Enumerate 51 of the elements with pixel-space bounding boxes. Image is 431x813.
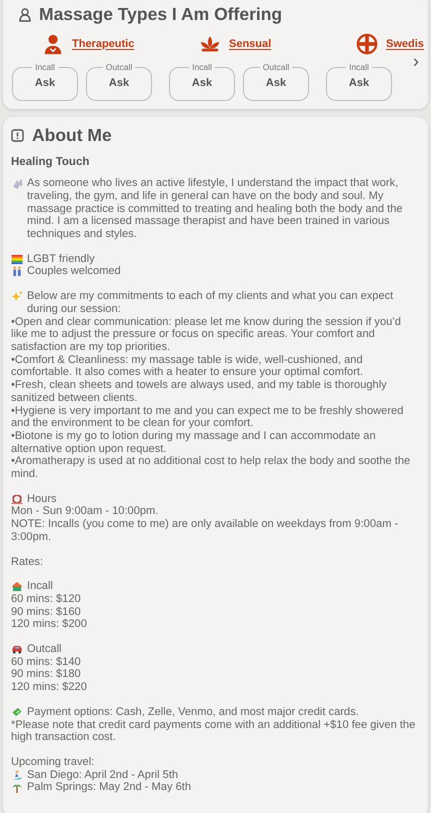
price-box: Incall Ask — [326, 63, 392, 101]
price-box: Outcall Ask — [243, 63, 309, 101]
about-text: •Biotone is my go to lotion during my massage and I can accommodate an alternative option upon request. — [11, 430, 377, 456]
about-text: •Hygiene is very important to me and you can expect me to be freshly showered and the environment to be clean for your comfort. — [11, 404, 404, 430]
price-box: Outcall Ask — [86, 63, 152, 101]
house-icon — [11, 581, 23, 592]
about-text: Payment options: Cash, Zelle, Venmo, and most major credit cards. — [27, 706, 359, 719]
section-title: About Me — [32, 125, 112, 146]
massage-type-link[interactable]: Swedis — [386, 36, 424, 52]
massage-type-link[interactable]: Sensual — [229, 36, 272, 52]
price-box: Incall Ask — [12, 63, 78, 101]
about-text: •Open and clear communication: please let me know during the session if you’d like me to adjust the pressure or focus on specific areas. Your comfort and satisfaction are my top priorities. — [11, 316, 402, 354]
about-text: Rates: — [11, 556, 44, 568]
about-text: LGBT friendly — [27, 252, 95, 266]
about-text: 60 mins: $120 — [11, 592, 82, 606]
about-text: 60 mins: $140 — [11, 656, 82, 668]
about-text: Incall — [27, 580, 53, 593]
person-icon — [19, 8, 31, 22]
about-text: Outcall — [27, 643, 62, 656]
section-title: Massage Types I Am Offering — [39, 4, 282, 25]
next-button[interactable]: › — [410, 52, 422, 70]
price-box: Incall Ask — [169, 63, 235, 101]
about-heading: Healing Touch — [11, 155, 90, 170]
massage-type-link[interactable]: Therapeutic — [72, 36, 134, 52]
about-text: NOTE: Incalls (you come to me) are only available on weekdays from 9:00am - 3:00pm. — [11, 518, 400, 544]
info-icon — [11, 129, 24, 142]
rainbow-flag-icon — [11, 254, 23, 265]
about-text: Mon - Sun 9:00am - 10:00pm. — [11, 505, 160, 518]
palm-tree-icon — [11, 782, 23, 794]
about-text: Hours — [27, 492, 57, 506]
about-text: Upcoming travel: — [11, 756, 96, 769]
about-text: 120 mins: $200 — [11, 618, 88, 632]
about-text: 90 mins: $160 — [11, 606, 82, 618]
about-text: •Aromatherapy is used at no additional cost to help relax the body and soothe the mind. — [11, 455, 412, 481]
about-text: •Comfort & Cleanliness: my massage table is wide, well-cushioned, and comfortable. It also comes with a heater to ensure your optimal comfort. — [11, 354, 364, 380]
surfer-icon — [11, 770, 23, 781]
about-text: *Please note that credit card payments come with an additional +$10 fee given the high transaction cost. — [11, 718, 416, 744]
person-icon — [42, 33, 64, 55]
money-icon — [11, 706, 23, 718]
car-icon — [11, 644, 23, 656]
cross-circle-icon — [356, 33, 378, 55]
about-text: Palm Springs: May 2nd - May 6th — [27, 781, 192, 794]
about-text: San Diego: April 2nd - April 5th — [27, 768, 178, 782]
couple-icon — [11, 266, 23, 278]
about-text: Couples welcomed — [27, 265, 121, 278]
about-text: 90 mins: $180 — [11, 668, 82, 682]
about-text: As someone who lives an active lifestyle, I understand the impact that work, traveling, the gym, and life in general can have on the body and soul. My massage practice is committed to treating and healing both the body and the mind. I am a licensed massage therapist and have been trained in various techniques and styles. — [27, 177, 404, 241]
about-text: 120 mins: $220 — [11, 681, 88, 694]
about-text: Below are my commitments to each of my clients and what you can expect during our session: — [27, 290, 394, 316]
about-text: •Fresh, clean sheets and towels are always used, and my table is thoroughly sanitized between clients. — [11, 379, 388, 404]
sparkles-icon — [11, 291, 23, 302]
